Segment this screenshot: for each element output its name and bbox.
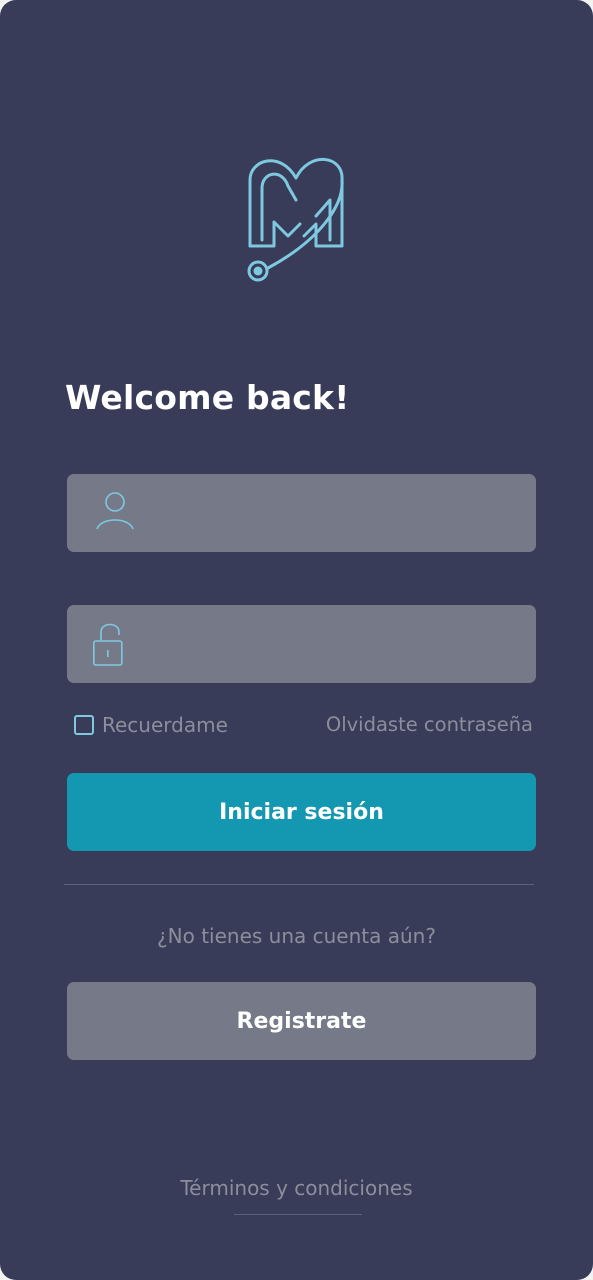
login-button[interactable]: Iniciar sesión	[67, 773, 536, 851]
no-account-text: ¿No tienes una cuenta aún?	[157, 924, 436, 948]
terms-link[interactable]: Términos y condiciones	[0, 1176, 593, 1200]
login-screen: Welcome back! Recuerdame Olvidaste contr…	[0, 0, 593, 1280]
forgot-password-link[interactable]: Olvidaste contraseña	[326, 712, 533, 738]
password-input[interactable]	[142, 605, 526, 685]
user-icon	[96, 492, 134, 530]
remember-me[interactable]: Recuerdame	[74, 712, 228, 738]
terms-underline	[234, 1214, 362, 1215]
register-button[interactable]: Registrate	[67, 982, 536, 1060]
lock-icon	[93, 623, 123, 666]
username-field[interactable]	[67, 474, 536, 554]
divider	[64, 884, 534, 885]
remember-checkbox[interactable]	[74, 715, 94, 735]
password-field[interactable]	[67, 605, 536, 685]
remember-label: Recuerdame	[102, 713, 228, 737]
logo-icon	[247, 158, 344, 282]
username-input[interactable]	[142, 474, 526, 554]
welcome-title: Welcome back!	[65, 378, 350, 417]
